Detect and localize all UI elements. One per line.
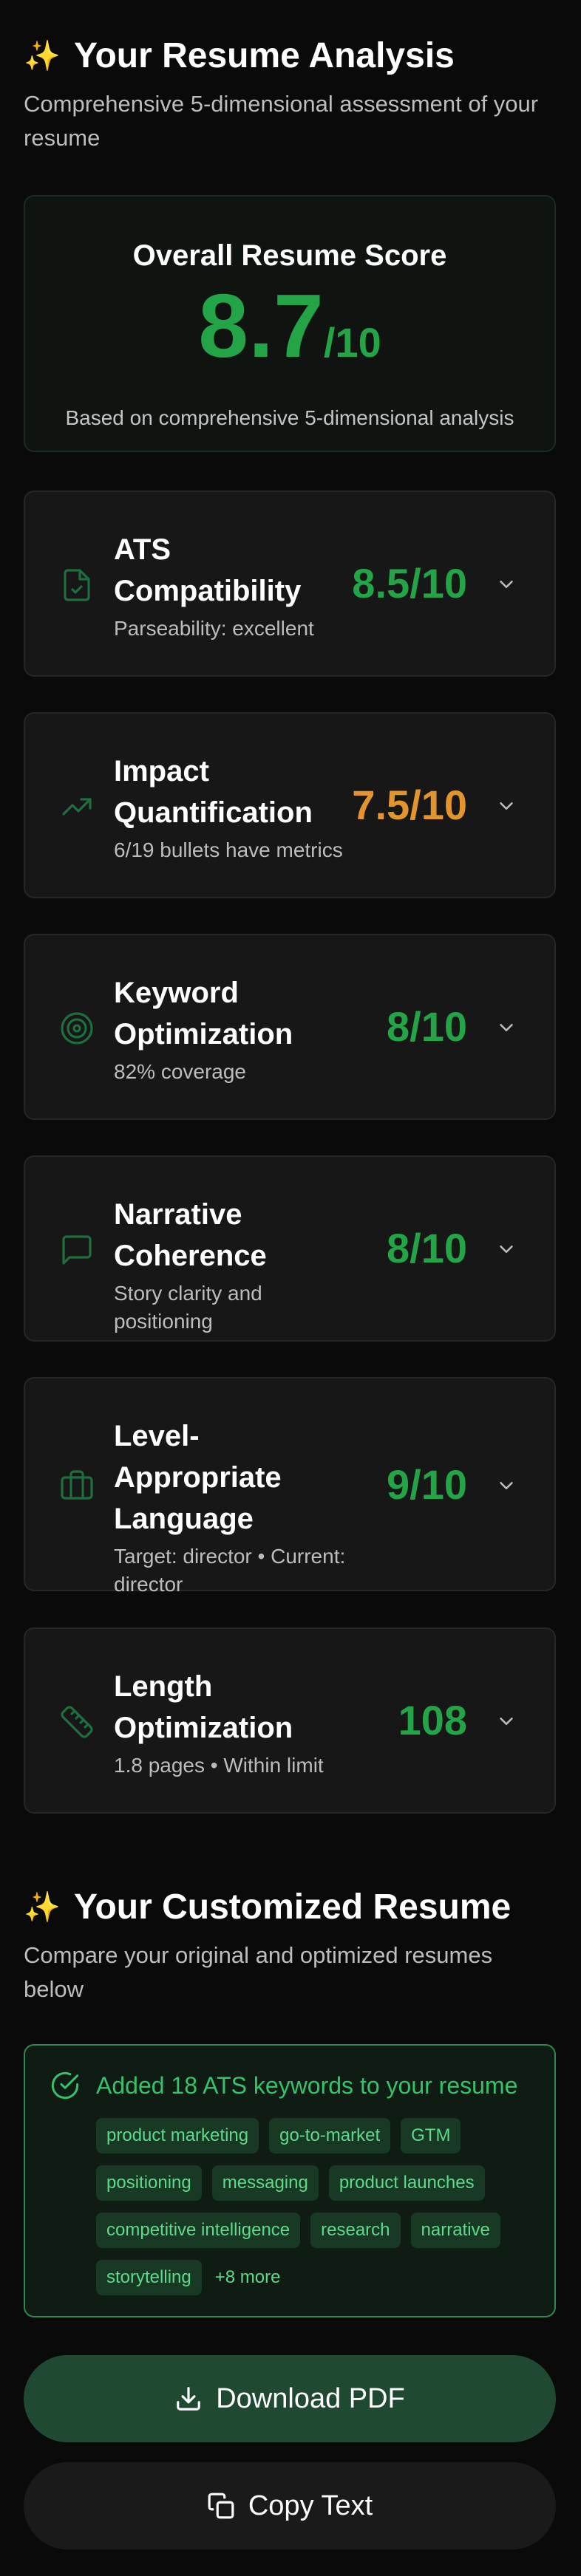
briefcase-icon	[59, 1467, 95, 1503]
chevron-down-icon[interactable]	[495, 1238, 517, 1260]
chevron-down-icon[interactable]	[495, 1475, 517, 1497]
dimension-card-ats-compatibility[interactable]: ATS Compatibility Parseability: excellen…	[24, 491, 556, 677]
analysis-header: ✨ Your Resume Analysis Comprehensive 5-d…	[24, 34, 557, 155]
dimension-score: 7.5/10	[352, 782, 467, 828]
overall-score-value: 8.7/10	[25, 278, 554, 402]
customized-title-row: ✨ Your Customized Resume	[24, 1885, 557, 1930]
dimension-score: 108	[398, 1697, 467, 1743]
customized-title: Your Customized Resume	[74, 1887, 512, 1927]
dimension-title-line: Keyword	[114, 977, 239, 1009]
dimension-title-line: Optimization	[114, 1018, 293, 1050]
dimension-text: Narrative Coherence Story clarity and po…	[114, 1194, 350, 1336]
overall-score-title: Overall Resume Score	[132, 239, 447, 272]
trending-up-icon	[59, 789, 95, 824]
overall-score-card: Overall Resume Score 8.7/10 Based on com…	[24, 195, 556, 452]
dimension-title-line: Length	[114, 1670, 213, 1703]
message-square-icon	[59, 1232, 95, 1268]
customized-subtitle: Compare your original and optimized resu…	[24, 1942, 493, 2002]
ruler-icon	[59, 1704, 95, 1740]
copy-text-label: Copy Text	[248, 2490, 373, 2521]
dimension-text: Impact Quantification 6/19 bullets have …	[114, 751, 350, 864]
dimension-card-level-appropriate-language[interactable]: Level-Appropriate Language Target: direc…	[24, 1377, 556, 1596]
dimension-title: Impact Quantification	[114, 751, 350, 833]
dimension-description: Target: director • Current: director	[114, 1545, 346, 1596]
analysis-title-row: ✨ Your Resume Analysis	[24, 34, 557, 78]
keyword-tag-list: product marketing go-to-market GTM posit…	[96, 2118, 532, 2295]
dimension-text: Length Optimization 1.8 pages • Within l…	[114, 1666, 350, 1780]
document-check-icon	[59, 567, 95, 603]
target-icon	[59, 1011, 95, 1046]
dimension-text: Keyword Optimization 82% coverage	[114, 972, 350, 1086]
check-circle-icon	[50, 2071, 80, 2100]
dimension-card-keyword-optimization[interactable]: Keyword Optimization 82% coverage 8/10	[24, 934, 556, 1120]
dimension-title: ATS Compatibility	[114, 529, 350, 612]
keyword-tag: positioning	[96, 2165, 202, 2201]
dimension-card-narrative-coherence[interactable]: Narrative Coherence Story clarity and po…	[24, 1155, 556, 1342]
sparkles-icon: ✨	[24, 40, 61, 72]
download-icon	[174, 2385, 216, 2413]
keyword-tag: narrative	[410, 2213, 500, 2248]
download-pdf-label: Download PDF	[216, 2382, 405, 2414]
keyword-tag: product launches	[328, 2165, 485, 2201]
dimension-score: 9/10	[387, 1461, 467, 1508]
analysis-title: Your Resume Analysis	[74, 36, 455, 75]
copy-text-button[interactable]: Copy Text	[24, 2462, 556, 2549]
dimension-title-line: Narrative	[114, 1198, 242, 1231]
dimension-text: Level-Appropriate Language Target: direc…	[114, 1415, 350, 1599]
chevron-down-icon[interactable]	[495, 573, 517, 595]
dimension-description: 6/19 bullets have metrics	[114, 838, 343, 861]
chevron-down-icon[interactable]	[495, 1710, 517, 1732]
dimension-title-line: Quantification	[114, 796, 313, 829]
dimension-score: 8/10	[387, 1225, 467, 1271]
keyword-tag: GTM	[401, 2118, 461, 2153]
dimension-score: 8/10	[387, 1003, 467, 1050]
dimension-description: Parseability: excellent	[114, 617, 314, 640]
dimension-title: Level-Appropriate Language	[114, 1415, 350, 1540]
more-keywords-link[interactable]: +8 more	[212, 2260, 284, 2295]
customized-header: ✨ Your Customized Resume Compare your or…	[24, 1885, 557, 2006]
overall-score-out-of: /10	[323, 319, 381, 366]
keyword-tag: messaging	[211, 2165, 319, 2201]
keyword-tag: go-to-market	[269, 2118, 391, 2153]
resume-analysis-page: ✨ Your Resume Analysis Comprehensive 5-d…	[0, 0, 581, 2576]
dimension-title-line: Optimization	[114, 1712, 293, 1744]
chevron-down-icon[interactable]	[495, 795, 517, 817]
dimension-card-length-optimization[interactable]: Length Optimization 1.8 pages • Within l…	[24, 1627, 556, 1814]
dimension-title-line: Impact	[114, 755, 209, 788]
added-keywords-title: Added 18 ATS keywords to your resume	[96, 2072, 518, 2099]
added-keywords-panel: Added 18 ATS keywords to your resume pro…	[24, 2044, 556, 2317]
dimension-description: 1.8 pages • Within limit	[114, 1754, 324, 1777]
keyword-tag: storytelling	[96, 2260, 202, 2295]
chevron-down-icon[interactable]	[495, 1017, 517, 1039]
dimension-score: 8.5/10	[352, 560, 467, 607]
dimension-title-line: Compatibility	[114, 575, 302, 607]
dimension-text: ATS Compatibility Parseability: excellen…	[114, 529, 350, 643]
overall-score-caption: Based on comprehensive 5-dimensional ana…	[65, 406, 514, 429]
keyword-tag: research	[310, 2213, 401, 2248]
dimension-title: Keyword Optimization	[114, 972, 350, 1055]
dimension-title-line: Level-Appropriate	[114, 1420, 282, 1494]
dimension-title: Length Optimization	[114, 1666, 350, 1749]
download-pdf-button[interactable]: Download PDF	[24, 2355, 556, 2442]
keyword-tag: competitive intelligence	[96, 2213, 301, 2248]
dimension-description: Story clarity and positioning	[114, 1282, 262, 1333]
keyword-tag: product marketing	[96, 2118, 259, 2153]
dimension-description: 82% coverage	[114, 1060, 247, 1083]
dimension-title-line: Language	[114, 1503, 254, 1535]
sparkles-icon: ✨	[24, 1891, 61, 1924]
analysis-subtitle: Comprehensive 5-dimensional assessment o…	[24, 91, 539, 151]
overall-score-number: 8.7	[198, 276, 324, 376]
dimension-title-line: Coherence	[114, 1240, 267, 1272]
dimension-title-line: ATS	[114, 533, 171, 566]
dimension-card-impact-quantification[interactable]: Impact Quantification 6/19 bullets have …	[24, 712, 556, 898]
copy-icon	[207, 2492, 248, 2520]
dimension-title: Narrative Coherence	[114, 1194, 350, 1277]
